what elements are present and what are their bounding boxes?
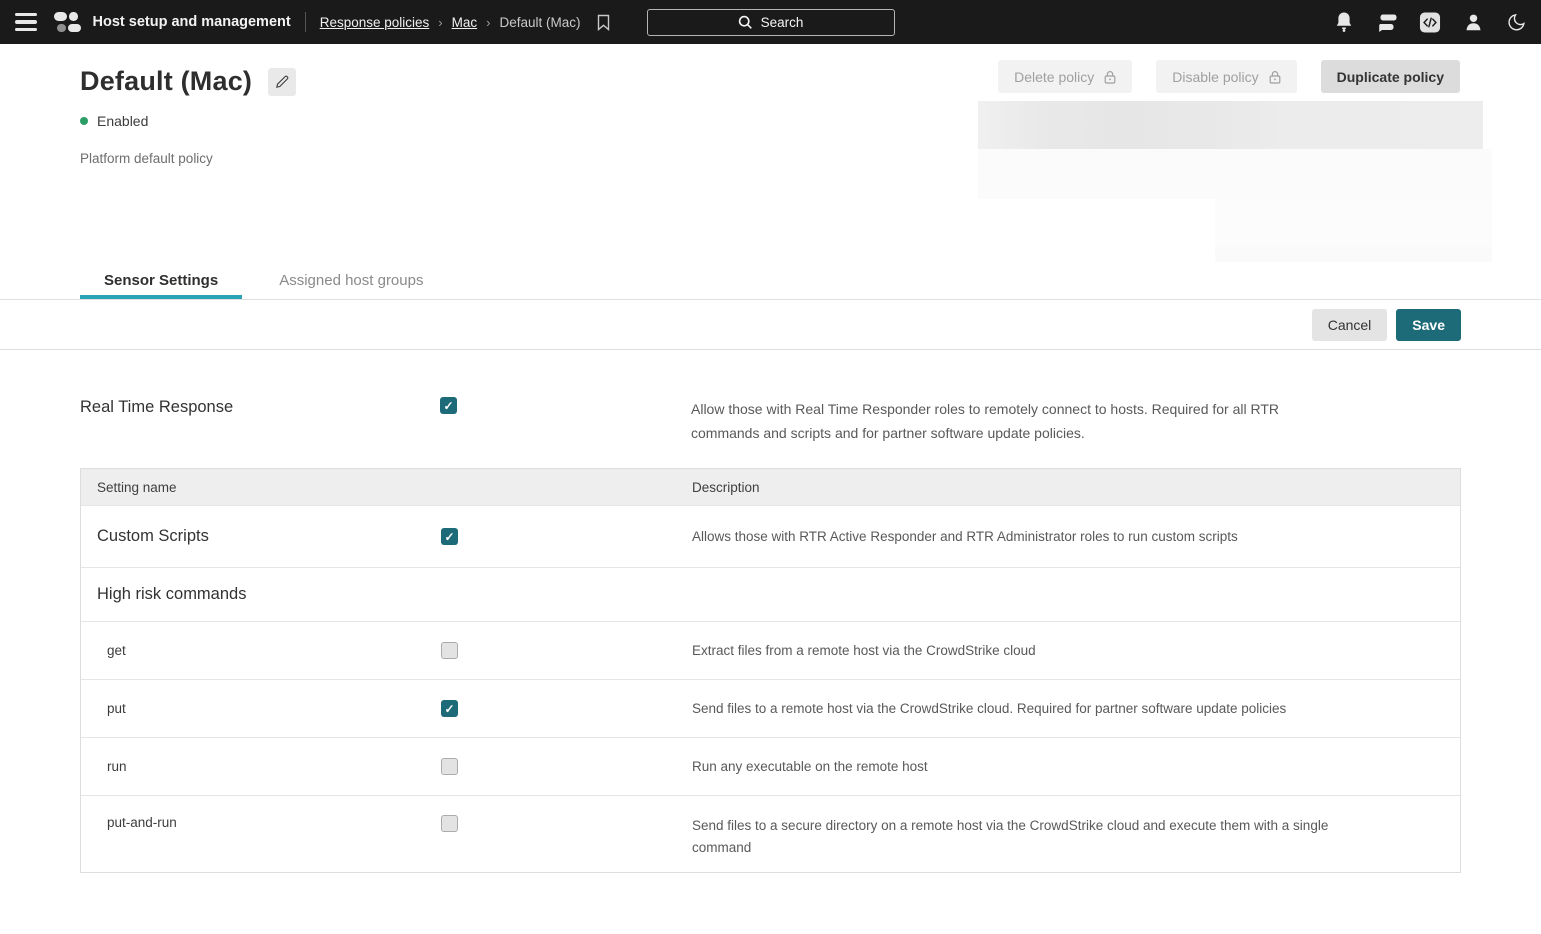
chevron-right-icon: › <box>438 15 442 30</box>
enabled-status-dot <box>80 117 88 125</box>
menu-icon[interactable] <box>8 7 44 37</box>
setting-description: Send files to a secure directory on a re… <box>692 815 1352 859</box>
table-row: put Send files to a remote host via the C… <box>81 679 1460 737</box>
user-icon[interactable] <box>1462 11 1484 33</box>
checkbox-put[interactable] <box>441 700 458 717</box>
table-row: get Extract files from a remote host via … <box>81 621 1460 679</box>
tab-sensor-settings[interactable]: Sensor Settings <box>80 262 242 299</box>
setting-name: put <box>81 701 441 716</box>
rtr-checkbox[interactable] <box>440 397 457 414</box>
lock-icon <box>1104 70 1116 84</box>
duplicate-policy-label: Duplicate policy <box>1337 69 1444 85</box>
table-row: run Run any executable on the remote host <box>81 737 1460 795</box>
pencil-icon <box>275 75 289 89</box>
setting-name: Custom Scripts <box>81 527 441 546</box>
sensor-settings-panel: Real Time Response Allow those with Real… <box>0 397 1541 873</box>
table-header-row: Setting name Description <box>81 469 1460 505</box>
setting-description: Allows those with RTR Active Responder a… <box>692 526 1352 548</box>
table-rows: Custom Scripts Allows those with RTR Acti… <box>81 505 1460 872</box>
setting-description: Extract files from a remote host via the… <box>692 640 1352 662</box>
cancel-button[interactable]: Cancel <box>1312 309 1388 341</box>
delete-policy-label: Delete policy <box>1014 69 1094 85</box>
topbar-icons <box>1333 11 1541 33</box>
disable-policy-label: Disable policy <box>1172 69 1258 85</box>
setting-name: run <box>81 759 441 774</box>
setting-name: get <box>81 643 441 658</box>
code-icon[interactable] <box>1419 11 1441 33</box>
section-row: High risk commands <box>81 567 1460 621</box>
apps-logo-icon[interactable] <box>54 12 81 32</box>
duplicate-policy-button[interactable]: Duplicate policy <box>1321 60 1460 93</box>
bell-icon[interactable] <box>1333 11 1355 33</box>
app-title: Host setup and management <box>93 14 291 30</box>
rtr-setting-row: Real Time Response Allow those with Real… <box>80 397 1461 445</box>
table-row: put-and-run Send files to a secure direct… <box>81 795 1460 872</box>
action-bar: Cancel Save <box>0 300 1541 350</box>
rtr-description: Allow those with Real Time Responder rol… <box>691 397 1349 445</box>
chevron-right-icon: › <box>486 15 490 30</box>
column-header-description: Description <box>692 480 1460 495</box>
tab-assigned-host-groups[interactable]: Assigned host groups <box>255 262 447 299</box>
checkbox-put-and-run[interactable] <box>441 815 458 832</box>
page-head: Default (Mac) Enabled Platform default p… <box>0 44 1541 262</box>
setting-description: Send files to a remote host via the Crow… <box>692 698 1352 720</box>
section-title: High risk commands <box>81 585 1460 604</box>
tab-bar: Sensor Settings Assigned host groups <box>0 262 1541 300</box>
checkbox-get[interactable] <box>441 642 458 659</box>
breadcrumb-mac[interactable]: Mac <box>452 15 478 30</box>
redacted-policy-metadata <box>978 101 1509 262</box>
breadcrumb-response-policies[interactable]: Response policies <box>320 15 430 30</box>
search-icon <box>738 15 753 30</box>
bookmark-icon[interactable] <box>596 14 611 31</box>
topbar: Host setup and management Response polic… <box>0 0 1541 44</box>
checkbox-run[interactable] <box>441 758 458 775</box>
breadcrumb: Response policies › Mac › Default (Mac) <box>320 14 611 31</box>
breadcrumb-current: Default (Mac) <box>499 15 580 30</box>
disable-policy-button[interactable]: Disable policy <box>1156 60 1296 93</box>
moon-icon[interactable] <box>1505 11 1527 33</box>
lock-icon <box>1269 70 1281 84</box>
search-placeholder: Search <box>761 15 804 30</box>
search-input[interactable]: Search <box>647 9 895 36</box>
checkbox-custom-scripts[interactable] <box>441 528 458 545</box>
settings-table: Setting name Description Custom Scripts A… <box>80 468 1461 873</box>
page-title: Default (Mac) <box>80 66 252 97</box>
delete-policy-button[interactable]: Delete policy <box>998 60 1132 93</box>
save-button[interactable]: Save <box>1396 309 1461 341</box>
chat-icon[interactable] <box>1376 11 1398 33</box>
table-row: Custom Scripts Allows those with RTR Acti… <box>81 505 1460 567</box>
column-header-setting-name: Setting name <box>81 480 441 495</box>
setting-name: put-and-run <box>81 815 441 830</box>
divider <box>305 12 306 32</box>
status-label: Enabled <box>97 113 148 129</box>
setting-description: Run any executable on the remote host <box>692 756 1352 778</box>
rtr-label: Real Time Response <box>80 397 440 417</box>
edit-policy-name-button[interactable] <box>268 68 296 96</box>
